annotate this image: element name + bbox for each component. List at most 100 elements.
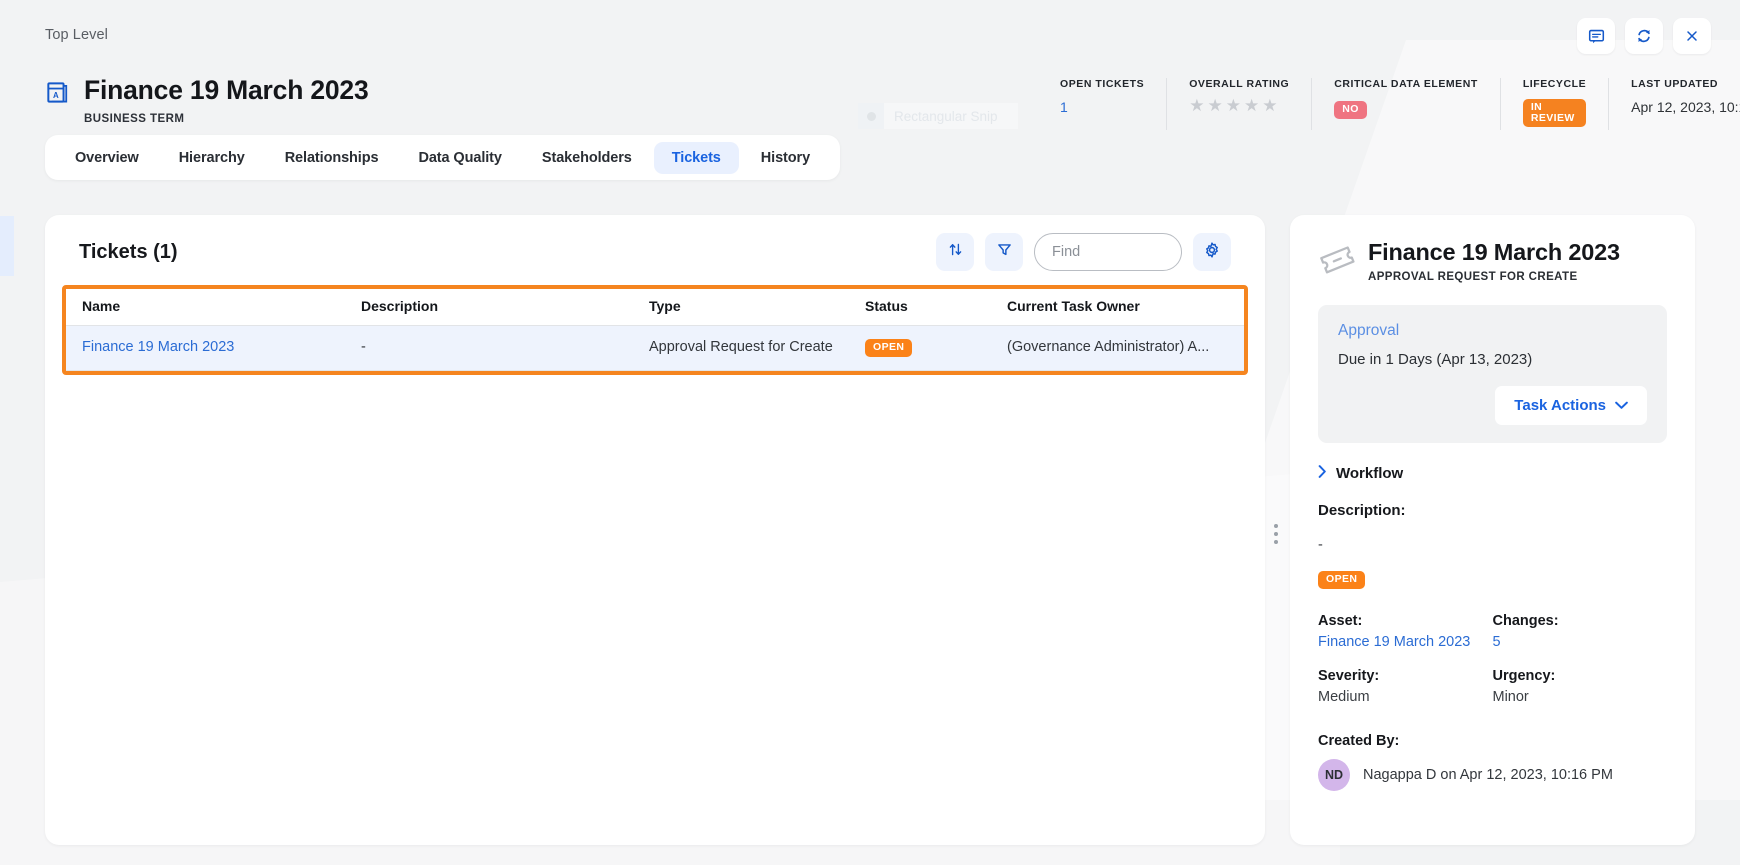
ticket-icon (1318, 240, 1356, 283)
severity-value: Medium (1318, 688, 1370, 705)
tickets-table-highlight: Name Description Type Status Current Tas… (62, 285, 1248, 375)
task-actions-button[interactable]: Task Actions (1495, 386, 1647, 425)
search-input[interactable] (1052, 244, 1164, 260)
header-metadata: OPEN TICKETS 1 OVERALL RATING ★ ★ ★ ★ ★ … (1040, 78, 1740, 130)
ticket-detail-header: Finance 19 March 2023 APPROVAL REQUEST F… (1318, 239, 1667, 283)
rating-stars[interactable]: ★ ★ ★ ★ ★ (1189, 97, 1289, 114)
tab-stakeholders[interactable]: Stakeholders (524, 142, 650, 174)
created-by-text: Nagappa D on Apr 12, 2023, 10:16 PM (1363, 766, 1613, 783)
page-title: Finance 19 March 2023 (84, 75, 369, 105)
star-icon[interactable]: ★ (1189, 97, 1204, 114)
field-urgency: Urgency: Minor (1493, 668, 1668, 705)
snip-overlay-ghost: Rectangular Snip (858, 103, 1018, 129)
gear-icon (1203, 241, 1221, 264)
column-header-status[interactable]: Status (865, 289, 1007, 326)
chevron-right-icon (1318, 465, 1327, 482)
field-severity: Severity: Medium (1318, 668, 1493, 705)
meta-overall-rating: OVERALL RATING ★ ★ ★ ★ ★ (1166, 78, 1311, 130)
workflow-label: Workflow (1336, 465, 1404, 482)
snip-ghost-label: Rectangular Snip (894, 108, 998, 124)
column-header-description[interactable]: Description (361, 289, 649, 326)
column-header-type[interactable]: Type (649, 289, 865, 326)
cell-type: Approval Request for Create (649, 325, 865, 371)
field-label: Changes: (1492, 612, 1559, 629)
tab-data-quality[interactable]: Data Quality (400, 142, 519, 174)
cell-current-task-owner: (Governance Administrator) A... (1007, 325, 1244, 371)
comment-icon (1588, 28, 1605, 45)
refresh-button[interactable] (1625, 18, 1663, 54)
meta-open-tickets: OPEN TICKETS 1 (1040, 78, 1166, 130)
status-badge: OPEN (1318, 571, 1366, 589)
field-label: Urgency: (1492, 667, 1556, 684)
ticket-subtitle: APPROVAL REQUEST FOR CREATE (1368, 271, 1578, 283)
comment-button[interactable] (1577, 18, 1615, 54)
table-row[interactable]: Finance 19 March 2023 - Approval Request… (66, 325, 1244, 371)
meta-last-updated: LAST UPDATED Apr 12, 2023, 10:16 PM (1608, 78, 1740, 130)
close-button[interactable] (1673, 18, 1711, 54)
filter-button[interactable] (985, 233, 1023, 271)
description-value: - (1318, 537, 1323, 553)
field-changes: Changes: 5 (1493, 613, 1668, 650)
cde-badge: NO (1334, 101, 1367, 119)
ticket-title: Finance 19 March 2023 (1368, 239, 1620, 265)
lifecycle-badge: IN REVIEW (1522, 99, 1587, 127)
meta-critical-data-element: CRITICAL DATA ELEMENT NO (1311, 78, 1500, 130)
find-box[interactable] (1034, 233, 1182, 271)
cell-status: OPEN (865, 325, 1007, 371)
star-icon[interactable]: ★ (1207, 97, 1222, 114)
settings-button[interactable] (1193, 233, 1231, 271)
task-actions-label: Task Actions (1514, 397, 1606, 414)
tab-overview[interactable]: Overview (57, 142, 157, 174)
open-tickets-value[interactable]: 1 (1060, 99, 1144, 115)
window-controls (1577, 18, 1711, 54)
changes-link[interactable]: 5 (1493, 634, 1668, 650)
star-icon[interactable]: ★ (1244, 97, 1259, 114)
tab-relationships[interactable]: Relationships (267, 142, 397, 174)
meta-label: CRITICAL DATA ELEMENT (1334, 78, 1478, 90)
tab-history[interactable]: History (743, 142, 828, 174)
close-icon (1684, 28, 1700, 44)
urgency-value: Minor (1492, 688, 1529, 705)
ticket-detail-panel: Finance 19 March 2023 APPROVAL REQUEST F… (1290, 215, 1695, 845)
created-by-label: Created By: (1318, 732, 1400, 749)
meta-lifecycle: LIFECYCLE IN REVIEW (1499, 78, 1608, 130)
column-header-name[interactable]: Name (66, 289, 361, 326)
approval-task-box: Approval Due in 1 Days (Apr 13, 2023) Ta… (1318, 305, 1667, 443)
field-asset: Asset: Finance 19 March 2023 (1318, 613, 1493, 650)
table-header-row: Name Description Type Status Current Tas… (66, 289, 1244, 326)
approval-link[interactable]: Approval (1338, 322, 1647, 340)
asset-link[interactable]: Finance 19 March 2023 (1318, 634, 1493, 650)
tickets-title: Tickets (1) (79, 240, 178, 263)
detail-status: OPEN (1318, 569, 1667, 589)
description-label: Description: (1318, 502, 1406, 519)
tickets-table: Name Description Type Status Current Tas… (66, 289, 1244, 371)
left-edge-indicator (0, 216, 14, 276)
tab-hierarchy[interactable]: Hierarchy (161, 142, 263, 174)
meta-label: OVERALL RATING (1189, 78, 1290, 90)
breadcrumb[interactable]: Top Level (45, 27, 108, 43)
column-header-current-task-owner[interactable]: Current Task Owner (1007, 289, 1244, 326)
meta-label: OPEN TICKETS (1060, 78, 1145, 90)
asset-type-label: BUSINESS TERM (84, 113, 185, 126)
app-window: Top Level A Finance 19 March 2023 BUSINE… (0, 0, 1740, 865)
star-icon[interactable]: ★ (1226, 97, 1241, 114)
workflow-toggle[interactable]: Workflow (1318, 465, 1667, 482)
created-by-row: ND Nagappa D on Apr 12, 2023, 10:16 PM (1318, 758, 1667, 791)
panel-resize-handle[interactable] (1274, 524, 1278, 544)
svg-text:A: A (53, 91, 59, 100)
tab-bar: Overview Hierarchy Relationships Data Qu… (45, 135, 841, 180)
page-header: A Finance 19 March 2023 BUSINESS TERM (45, 76, 369, 125)
tickets-panel-header: Tickets (1) (45, 215, 1265, 289)
field-label: Severity: (1318, 667, 1380, 684)
chevron-down-icon (1615, 397, 1628, 414)
status-badge: OPEN (865, 339, 913, 357)
snip-ghost-icon (858, 103, 884, 129)
sort-button[interactable] (936, 233, 974, 271)
tickets-toolbar (936, 233, 1231, 271)
refresh-icon (1635, 27, 1653, 45)
tab-tickets[interactable]: Tickets (653, 141, 739, 174)
cell-description: - (361, 325, 649, 371)
cell-name[interactable]: Finance 19 March 2023 (66, 325, 361, 371)
star-icon[interactable]: ★ (1262, 97, 1277, 114)
meta-label: LAST UPDATED (1631, 78, 1719, 90)
